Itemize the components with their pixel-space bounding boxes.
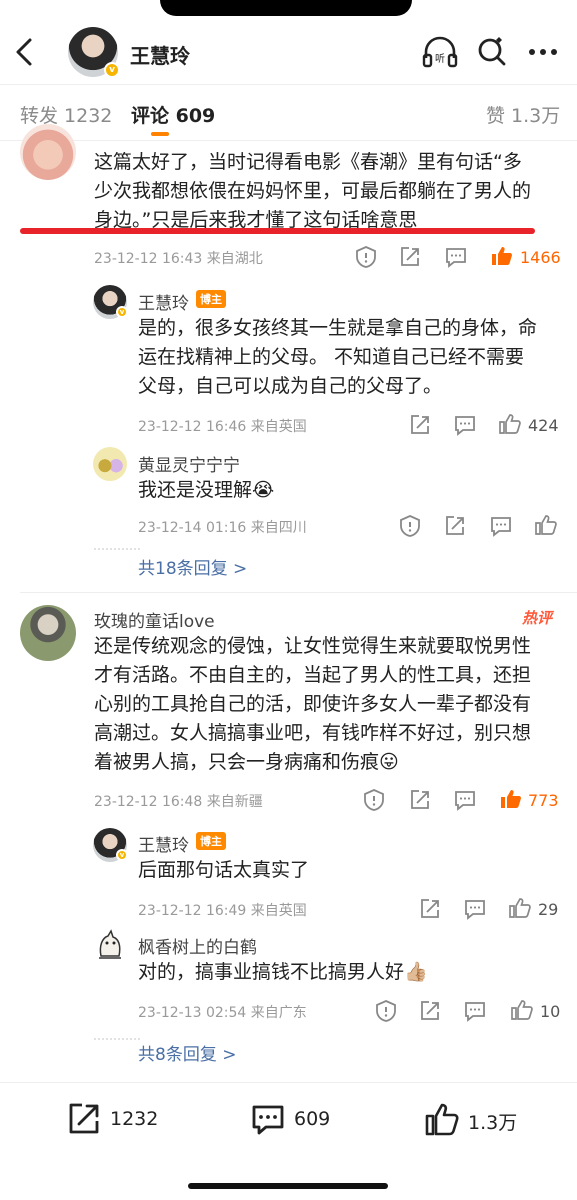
view-replies-link[interactable]: 共8条回复 > (138, 1040, 236, 1065)
reply-author[interactable]: 黄显灵宁宁宁 (138, 451, 240, 476)
reply-meta: 23-12-14 01:16 来自四川 (138, 520, 307, 536)
comment-icon[interactable] (250, 1101, 286, 1137)
active-tab-indicator (151, 132, 169, 136)
tabs-divider (0, 140, 577, 141)
reply-line: 我还是没理解 (138, 479, 253, 501)
reply-icon[interactable] (453, 413, 477, 437)
comment-separator (20, 592, 577, 593)
reply-icon[interactable] (489, 514, 513, 538)
more-dots-icon[interactable] (524, 34, 564, 70)
reply-line: 父母，自己可以成为自己的父母了。 (138, 375, 443, 397)
tab-likes[interactable]: 赞 1.3万 (486, 101, 560, 128)
back-arrow-icon[interactable] (12, 36, 38, 68)
comment-line: 心别的工具抢自己的活，即使许多女人一辈子都没有 (94, 693, 532, 715)
tongue-emoji: 😛 (379, 751, 399, 773)
status-notch (160, 0, 412, 16)
reply-meta: 23-12-12 16:46 来自英国 (138, 419, 307, 435)
author-badge: 博主 (196, 832, 226, 850)
tab-repost[interactable]: 转发 1232 (20, 101, 112, 128)
comment-line: 高潮过。女人搞搞事业吧，有钱咋样不好过，别只想 (94, 722, 532, 744)
report-icon[interactable] (398, 514, 422, 538)
verified-badge-icon: v (116, 306, 128, 318)
reply-author[interactable]: 王慧玲 (138, 831, 189, 856)
repost-icon[interactable] (66, 1101, 102, 1137)
tab-comments[interactable]: 评论 609 (131, 101, 215, 128)
verified-badge-icon: v (116, 849, 128, 861)
commenter-avatar[interactable] (20, 605, 76, 661)
repost-icon[interactable] (398, 245, 422, 269)
reply-text: 是的，很多女孩终其一生就是拿自己的身体，命 运在找精神上的父母。 不知道自己已经… (138, 314, 537, 401)
report-icon[interactable] (354, 245, 378, 269)
view-replies-link[interactable]: 共18条回复 > (138, 554, 247, 579)
reply-avatar[interactable] (93, 447, 127, 481)
like-icon[interactable] (534, 513, 558, 537)
crying-emoji: 😭 (252, 479, 275, 501)
reply-text: 我还是没理解😭 (138, 476, 274, 505)
reply-author[interactable]: 王慧玲 (138, 289, 189, 314)
reply-line: 对的，搞事业搞钱不比搞男人好 (138, 961, 405, 983)
author-name[interactable]: 王慧玲 (130, 40, 190, 69)
comment-text: 这篇太好了，当时记得看电影《春潮》里有句话“多 少次我都想依偎在妈妈怀里，可最后… (94, 148, 531, 235)
reply-meta: 23-12-12 16:49 来自英国 (138, 903, 307, 919)
like-filled-icon[interactable] (490, 244, 514, 268)
like-icon[interactable] (498, 412, 522, 436)
like-icon[interactable] (508, 896, 532, 920)
like-count: 10 (540, 1002, 561, 1021)
comment-line: 着被男人搞，只会一身病痛和伤痕 (94, 751, 380, 773)
comment-line: 还是传统观念的侵蚀，让女性觉得生来就要取悦男性 (94, 635, 532, 657)
like-count: 424 (528, 416, 559, 435)
highlight-underline (20, 228, 535, 234)
like-icon[interactable] (424, 1101, 460, 1137)
like-total[interactable]: 1.3万 (468, 1108, 517, 1135)
comment-meta: 23-12-12 16:48 来自新疆 (94, 794, 263, 810)
reply-meta: 23-12-13 02:54 来自广东 (138, 1005, 307, 1021)
home-indicator (188, 1183, 388, 1189)
top-nav-bar: v 王慧玲 听 (0, 22, 577, 84)
repost-icon[interactable] (443, 514, 467, 538)
comment-line: 才有活路。不由自主的，当起了男人的性工具，还担 (94, 664, 532, 686)
comment-text: 还是传统观念的侵蚀，让女性觉得生来就要取悦男性 才有活路。不由自主的，当起了男人… (94, 632, 531, 777)
search-icon[interactable] (472, 34, 512, 70)
comment-line: 少次我都想依偎在妈妈怀里，可最后都躺在了男人的 (94, 180, 532, 202)
reply-line: 是的，很多女孩终其一生就是拿自己的身体，命 (138, 317, 538, 339)
reply-text: 后面那句话太真实了 (138, 856, 309, 885)
like-count: 29 (538, 900, 559, 919)
repost-icon[interactable] (408, 413, 432, 437)
reply-icon[interactable] (463, 999, 487, 1023)
verified-badge-icon: v (104, 62, 120, 78)
repost-icon[interactable] (418, 897, 442, 921)
repost-icon[interactable] (408, 788, 432, 812)
like-icon[interactable] (510, 998, 534, 1022)
commenter-avatar[interactable] (20, 124, 76, 180)
reply-line: 后面那句话太真实了 (138, 859, 310, 881)
reply-icon[interactable] (444, 245, 468, 269)
comment-count[interactable]: 609 (294, 1108, 330, 1130)
report-icon[interactable] (362, 788, 386, 812)
reply-avatar[interactable] (93, 928, 127, 962)
bottom-action-bar: 1232 609 1.3万 (0, 1082, 577, 1200)
replies-divider (94, 1038, 140, 1040)
author-badge: 博主 (196, 290, 226, 308)
reply-author[interactable]: 枫香树上的白鹤 (138, 933, 257, 958)
report-icon[interactable] (374, 999, 398, 1023)
like-filled-icon[interactable] (499, 787, 523, 811)
comment-meta: 23-12-12 16:43 来自湖北 (94, 251, 263, 267)
commenter-name[interactable]: 玫瑰的童话love (94, 607, 215, 632)
reply-icon[interactable] (453, 788, 477, 812)
repost-count[interactable]: 1232 (110, 1108, 158, 1130)
like-count: 773 (528, 791, 559, 810)
reply-icon[interactable] (463, 897, 487, 921)
hot-comment-tag: 热评 (522, 609, 553, 627)
detail-tabs: 转发 1232 评论 609 赞 1.3万 (0, 84, 577, 141)
repost-icon[interactable] (418, 999, 442, 1023)
reply-line: 运在找精神上的父母。 不知道自己已经不需要 (138, 346, 525, 368)
svg-text:听: 听 (435, 53, 445, 65)
like-count: 1466 (520, 248, 561, 267)
listen-headphones-icon[interactable]: 听 (420, 34, 460, 70)
comment-line: 这篇太好了，当时记得看电影《春潮》里有句话“多 (94, 151, 522, 173)
thumbs-up-emoji: 👍🏼 (404, 961, 428, 983)
replies-divider (94, 548, 140, 550)
reply-text: 对的，搞事业搞钱不比搞男人好👍🏼 (138, 958, 428, 987)
